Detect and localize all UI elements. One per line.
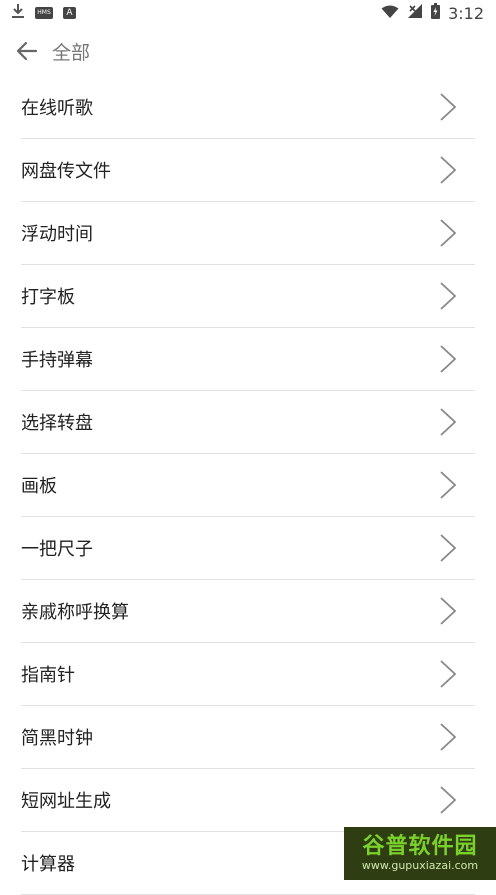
chevron-right-icon [440,282,457,310]
list-item[interactable]: 手持弹幕 [21,328,475,391]
chevron-right-icon [440,534,457,562]
chevron-right-icon [440,345,457,373]
list-item-label: 在线听歌 [21,98,93,119]
chevron-right-icon [440,471,457,499]
chevron-right-icon [440,219,457,247]
status-bar-left: HMS A [0,3,76,23]
list-item[interactable]: 浮动时间 [21,202,475,265]
list-item-label: 指南针 [21,665,75,686]
chevron-right-icon [440,408,457,436]
list-item[interactable]: 在线听歌 [21,76,475,139]
signal-icon [407,3,423,23]
feature-list: 在线听歌 网盘传文件 浮动时间 打字板 手持弹幕 选择转盘 画板 一把尺子 亲戚… [21,76,475,895]
status-bar: HMS A 3:12 [0,0,496,26]
list-item-label: 网盘传文件 [21,161,111,182]
app-bar: 全部 [0,26,496,76]
page-title: 全部 [52,41,91,64]
hms-icon: HMS [35,7,53,19]
chevron-right-icon [440,93,457,121]
status-time: 3:12 [448,3,484,23]
wifi-icon [381,4,399,23]
list-item[interactable]: 网盘传文件 [21,139,475,202]
chevron-right-icon [440,597,457,625]
status-bar-right: 3:12 [381,3,496,23]
watermark-url: www.gupuxiazai.com [361,858,479,872]
list-item-label: 简黑时钟 [21,728,93,749]
list-item-label: 选择转盘 [21,413,93,434]
list-item-label: 短网址生成 [21,791,111,812]
chevron-right-icon [440,660,457,688]
list-item-label: 画板 [21,476,57,497]
watermark-logo: 谷普软件园 www.gupuxiazai.com [344,827,496,880]
watermark-title: 谷普软件园 [362,833,478,859]
list-item[interactable]: 短网址生成 [21,769,475,832]
list-item[interactable]: 指南针 [21,643,475,706]
list-item-label: 浮动时间 [21,224,93,245]
arrow-left-icon [16,41,38,61]
chevron-right-icon [440,786,457,814]
list-item-label: 亲戚称呼换算 [21,602,129,623]
list-item[interactable]: 选择转盘 [21,391,475,454]
back-button[interactable] [12,36,42,66]
list-item[interactable]: 一把尺子 [21,517,475,580]
chevron-right-icon [440,723,457,751]
list-item-label: 计算器 [21,854,75,875]
list-item[interactable]: 简黑时钟 [21,706,475,769]
download-icon [11,3,25,23]
battery-icon [431,3,441,23]
chevron-right-icon [440,156,457,184]
list-item[interactable]: 亲戚称呼换算 [21,580,475,643]
list-item[interactable]: 画板 [21,454,475,517]
list-item-label: 打字板 [21,287,75,308]
a-icon: A [63,7,76,19]
list-item[interactable]: 打字板 [21,265,475,328]
list-item-label: 一把尺子 [21,539,93,560]
list-item-label: 手持弹幕 [21,350,93,371]
